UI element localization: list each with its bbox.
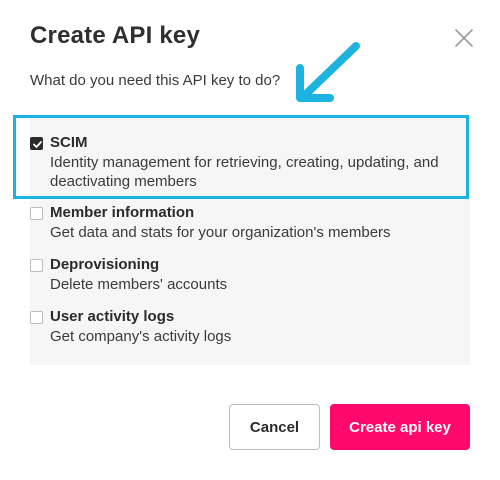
option-description: Get company's activity logs (50, 328, 232, 345)
option-title: Member information (50, 204, 195, 221)
option-member-information[interactable]: Member information Get data and stats fo… (30, 204, 470, 244)
close-icon[interactable] (452, 26, 476, 50)
dialog-subtitle: What do you need this API key to do? (30, 72, 281, 89)
option-description: Delete members' accounts (50, 276, 228, 293)
dialog-title: Create API key (30, 22, 201, 49)
option-title: User activity logs (50, 308, 175, 325)
deprovisioning-checkbox[interactable] (30, 259, 43, 272)
option-title: SCIM (50, 134, 88, 151)
check-icon (33, 141, 42, 148)
create-api-key-dialog: Create API key What do you need this API… (0, 0, 500, 480)
option-description: Get data and stats for your organization… (50, 224, 391, 241)
create-api-key-button[interactable]: Create api key (330, 404, 470, 450)
permission-options-panel: SCIM Identity management for retrieving,… (30, 117, 470, 365)
option-description: Identity management for retrieving, crea… (50, 154, 439, 190)
member-information-checkbox[interactable] (30, 207, 43, 220)
scim-checkbox[interactable] (30, 137, 43, 150)
option-user-activity-logs[interactable]: User activity logs Get company's activit… (30, 308, 470, 348)
cancel-button[interactable]: Cancel (229, 404, 320, 450)
option-deprovisioning[interactable]: Deprovisioning Delete members' accounts (30, 256, 470, 296)
arrow-icon (288, 38, 368, 110)
user-activity-logs-checkbox[interactable] (30, 311, 43, 324)
option-title: Deprovisioning (50, 256, 160, 273)
option-scim[interactable]: SCIM Identity management for retrieving,… (30, 134, 470, 190)
